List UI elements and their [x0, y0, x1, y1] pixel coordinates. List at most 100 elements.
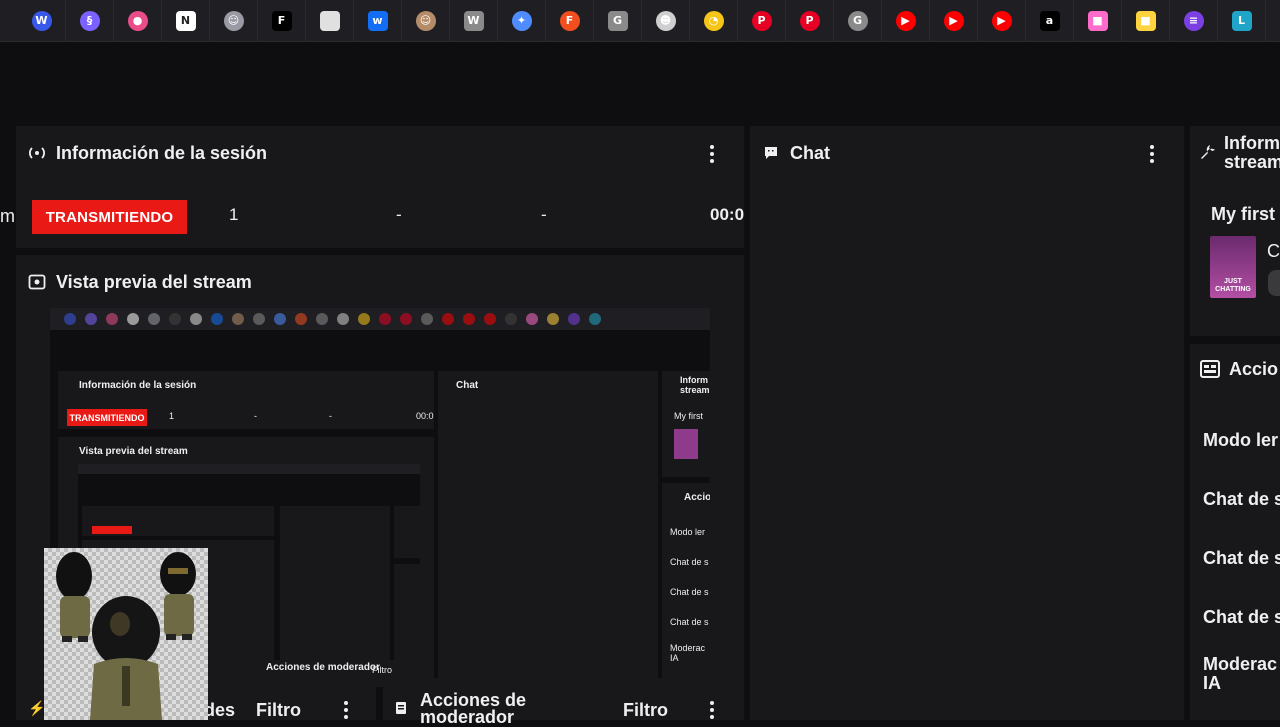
bookmark-item[interactable]: F — [258, 0, 306, 42]
nested-youtube-icon-3 — [484, 313, 496, 325]
nested-live-badge: TRANSMITIENDO — [67, 409, 147, 426]
nested-youtube-icon — [442, 313, 454, 325]
nested-chat-title: Chat — [456, 380, 479, 391]
bookmark-item[interactable]: ● — [114, 0, 162, 42]
bookmark-item[interactable]: ◔ — [690, 0, 738, 42]
top-spacer — [0, 42, 1280, 122]
nested-webflow-icon — [211, 313, 223, 325]
bookmark-item[interactable]: ☺ — [210, 0, 258, 42]
bookmark-item[interactable]: G — [834, 0, 882, 42]
nested-action-2: Chat de s — [670, 557, 709, 567]
stream-title-text: My first — [1211, 204, 1276, 224]
profile-bookmark-icon: ☺ — [415, 10, 436, 31]
bookmark-item[interactable]: P — [738, 0, 786, 42]
pinterest-icon-2: P — [799, 10, 820, 31]
nested-bookmarks-bar — [50, 308, 710, 330]
bookmark-item[interactable]: ✦ — [498, 0, 546, 42]
chat-more-options-icon[interactable] — [1142, 144, 1162, 164]
session-stat-3: - — [541, 205, 547, 224]
nested-g-letter-icon-2 — [421, 313, 433, 325]
moderator-actions-panel: Acciones de moderador Filtro — [383, 686, 744, 726]
g-letter-icon: G — [607, 10, 628, 31]
bookmark-item[interactable]: ■ — [1074, 0, 1122, 42]
viewer-count: 1 — [229, 205, 239, 224]
nested-mod-title: Acciones de moderador — [266, 662, 380, 673]
nested-pinterest-icon — [379, 313, 391, 325]
action-ai-moderation[interactable]: Moderac IA — [1203, 655, 1277, 693]
colorful-square-icon-2: ■ — [1135, 10, 1156, 31]
bookmark-item[interactable]: ▶ — [930, 0, 978, 42]
notion-icon: N — [175, 10, 196, 31]
action-chat-mode-3[interactable]: Chat de s — [1203, 607, 1280, 628]
bookmark-item[interactable]: G — [594, 0, 642, 42]
stream-preview-title: Vista previa del stream — [56, 271, 252, 292]
nested-actions-panel: Accio Modo ler Chat de s Chat de s Chat … — [662, 483, 710, 678]
bookmark-item[interactable]: ≡ — [1170, 0, 1218, 42]
nested-session-title: Información de la sesión — [79, 380, 197, 391]
nested-blank-page-icon — [190, 313, 202, 325]
nested-time: 00:0 — [416, 411, 434, 421]
bookmark-item[interactable]: § — [66, 0, 114, 42]
mod-actions-title: Accio — [1229, 359, 1279, 379]
bookmark-item[interactable]: ■ — [1122, 0, 1170, 42]
nested-stream-title: My first — [674, 411, 703, 421]
bookmark-item[interactable]: a — [1026, 0, 1074, 42]
session-info-header: Información de la sesión — [16, 126, 744, 180]
action-slow-mode[interactable]: Modo ler — [1203, 430, 1278, 451]
session-more-options-icon[interactable] — [702, 144, 722, 164]
nested-info-title: Inform stream — [680, 375, 710, 395]
youtube-icon: ▶ — [895, 10, 916, 31]
dribbble-icon: ● — [127, 10, 148, 31]
bookmark-item[interactable]: ☺ — [402, 0, 450, 42]
action-chat-mode-2[interactable]: Chat de s — [1203, 548, 1280, 569]
action-chat-mode-1[interactable]: Chat de s — [1203, 489, 1280, 510]
bottom-left-filter[interactable]: Filtro — [256, 700, 301, 721]
bookmark-item[interactable]: L — [1218, 0, 1266, 42]
stripes-icon: ≡ — [1183, 10, 1204, 31]
bottom-left-more-icon[interactable] — [336, 700, 356, 720]
nested-preview-title: Vista previa del stream — [79, 446, 188, 457]
nested-action-5: Moderac IA — [670, 643, 706, 663]
youtube-icon-2: ▶ — [943, 10, 964, 31]
nested-avatar-bookmark-icon — [148, 313, 160, 325]
nested-actions-title: Accio — [684, 492, 710, 503]
stream-info-panel: Inform stream My first JUST CHATTING C — [1190, 126, 1280, 336]
bookmarks-bar: W § ● N ☺ Fw ☺ W ✦ F G ☻ ◔ P P G ▶ ▶ ▶ a ■ ■ ≡ L — [0, 0, 1280, 42]
document-icon — [395, 701, 407, 720]
nested-profile-bookmark-icon — [232, 313, 244, 325]
nested-action-3: Chat de s — [670, 587, 709, 597]
bookmark-item[interactable] — [306, 0, 354, 42]
g-letter-icon-2: G — [847, 10, 868, 31]
chat-panel: Chat — [750, 126, 1184, 720]
stream-info-title-line2: stream — [1224, 152, 1280, 172]
bookmark-item[interactable]: P — [786, 0, 834, 42]
bookmark-item[interactable]: ▶ — [882, 0, 930, 42]
nested-gemini-icon — [274, 313, 286, 325]
stream-info-title: Inform stream — [1224, 134, 1280, 172]
moderator-actions-filter[interactable]: Filtro — [623, 700, 668, 721]
blank-page-icon — [319, 10, 340, 31]
clock-bookmark-icon: ◔ — [703, 10, 724, 31]
bookmark-item[interactable]: W — [18, 0, 66, 42]
a-letter-icon: a — [1039, 10, 1060, 31]
moderator-more-icon[interactable] — [702, 700, 722, 720]
bookmark-item[interactable]: N — [162, 0, 210, 42]
nested-stat-2: - — [254, 411, 257, 421]
nested-notion-icon — [127, 313, 139, 325]
character-bookmark-icon: ☻ — [655, 10, 676, 31]
actions-icon — [1200, 360, 1220, 380]
bookmark-item[interactable]: W — [450, 0, 498, 42]
app-logo-icon: § — [79, 10, 100, 31]
bookmark-item[interactable]: F — [546, 0, 594, 42]
nested-viewers: 1 — [169, 411, 175, 421]
nested-category-art — [674, 429, 698, 459]
bookmark-item[interactable]: ☻ — [642, 0, 690, 42]
bookmark-item[interactable]: w — [354, 0, 402, 42]
nested-colorful-square-icon-2 — [547, 313, 559, 325]
wordpress-icon: W — [31, 10, 52, 31]
bookmark-item[interactable]: ▶ — [978, 0, 1026, 42]
category-tag-pill[interactable] — [1268, 270, 1280, 296]
nested-l-letter-icon — [589, 313, 601, 325]
category-box-art[interactable]: JUST CHATTING — [1210, 236, 1256, 298]
nested-youtube-icon-2 — [463, 313, 475, 325]
